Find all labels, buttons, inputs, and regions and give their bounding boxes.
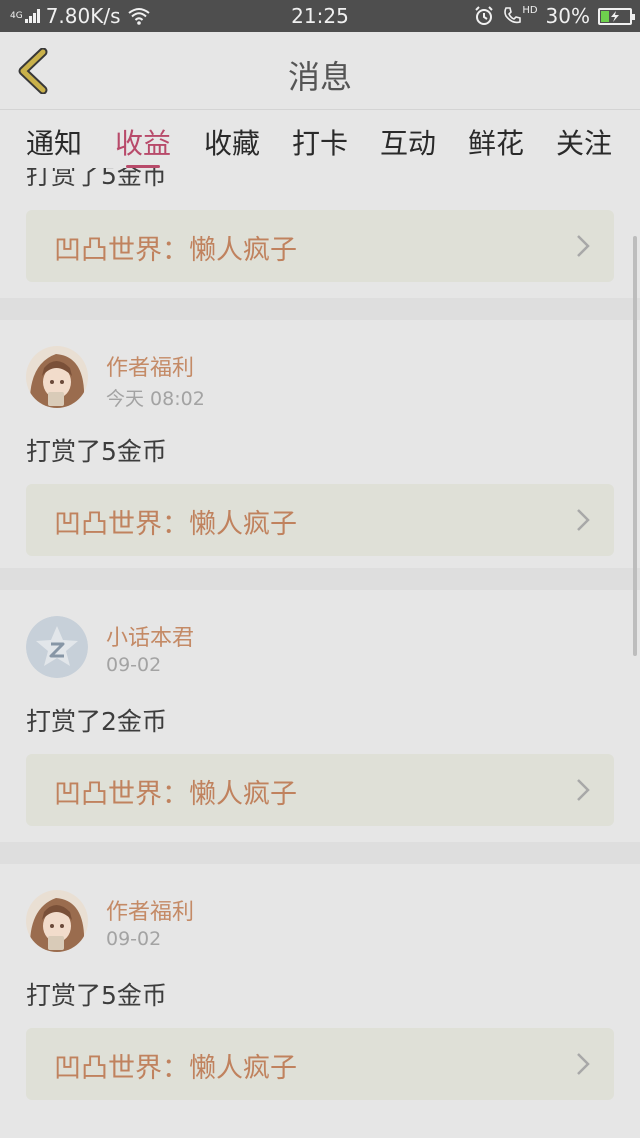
reward-text: 打赏了5金币 — [26, 437, 167, 466]
earnings-feed[interactable]: 打赏了5金币 凹凸世界：懒人疯子 作者福利 今天 08:02 打赏了5金币 凹凸… — [0, 168, 640, 1138]
reward-text: 打赏了5金币 — [26, 168, 167, 190]
timestamp: 09-02 — [106, 654, 162, 676]
avatar[interactable] — [26, 346, 88, 408]
author-name[interactable]: 作者福利 — [106, 350, 194, 382]
tab-favorites[interactable]: 收藏 — [204, 122, 260, 162]
hd-call-indicator: HD — [502, 6, 538, 26]
tab-interaction[interactable]: 互动 — [380, 122, 436, 162]
tab-notifications[interactable]: 通知 — [26, 122, 82, 162]
status-bar: 4G 7.80K/s 21:25 HD 30% — [0, 0, 640, 32]
alarm-icon — [475, 6, 494, 25]
chevron-right-icon — [577, 1053, 590, 1075]
tab-bar: 通知 收益 收藏 打卡 互动 鲜花 关注 — [0, 110, 640, 168]
anime-girl-avatar — [26, 890, 88, 952]
chevron-right-icon — [577, 779, 590, 801]
avatar[interactable] — [26, 616, 88, 678]
star-z-avatar — [26, 616, 88, 678]
tab-following[interactable]: 关注 — [556, 122, 612, 162]
page-title: 消息 — [287, 58, 352, 96]
book-title: 凹凸世界：懒人疯子 — [54, 779, 297, 810]
tab-earnings[interactable]: 收益 — [115, 122, 171, 162]
reward-text: 打赏了5金币 — [26, 981, 167, 1010]
book-link[interactable]: 凹凸世界：懒人疯子 — [26, 484, 614, 556]
anime-girl-avatar — [26, 346, 88, 408]
chevron-right-icon — [577, 509, 590, 531]
reward-text: 打赏了2金币 — [26, 707, 167, 736]
battery-icon — [598, 7, 635, 25]
divider — [0, 298, 640, 320]
book-title: 凹凸世界：懒人疯子 — [54, 235, 297, 266]
book-link[interactable]: 凹凸世界：懒人疯子 — [26, 754, 614, 826]
title-bar: 消息 — [0, 32, 640, 110]
scrollbar[interactable] — [633, 236, 637, 656]
book-link[interactable]: 凹凸世界：懒人疯子 — [26, 1028, 614, 1100]
book-title: 凹凸世界：懒人疯子 — [54, 1053, 297, 1084]
tab-checkin[interactable]: 打卡 — [292, 122, 348, 162]
divider — [0, 568, 640, 590]
chevron-right-icon — [577, 235, 590, 257]
book-title: 凹凸世界：懒人疯子 — [54, 509, 297, 540]
phone-icon — [504, 7, 522, 24]
list-item: 打赏了5金币 凹凸世界：懒人疯子 — [0, 168, 640, 298]
book-link[interactable]: 凹凸世界：懒人疯子 — [26, 210, 614, 282]
author-name[interactable]: 小话本君 — [106, 620, 194, 652]
list-item: 小话本君 09-02 打赏了2金币 凹凸世界：懒人疯子 — [0, 590, 640, 842]
list-item: 作者福利 今天 08:02 打赏了5金币 凹凸世界：懒人疯子 — [0, 320, 640, 588]
list-item: 作者福利 09-02 打赏了5金币 凹凸世界：懒人疯子 — [0, 864, 640, 1138]
battery-percent: 30% — [545, 4, 590, 28]
timestamp: 09-02 — [106, 928, 162, 950]
timestamp: 今天 08:02 — [106, 388, 205, 410]
tab-flowers[interactable]: 鲜花 — [468, 122, 524, 162]
avatar[interactable] — [26, 890, 88, 952]
author-name[interactable]: 作者福利 — [106, 894, 194, 926]
divider — [0, 842, 640, 864]
status-right: HD 30% — [474, 4, 635, 28]
